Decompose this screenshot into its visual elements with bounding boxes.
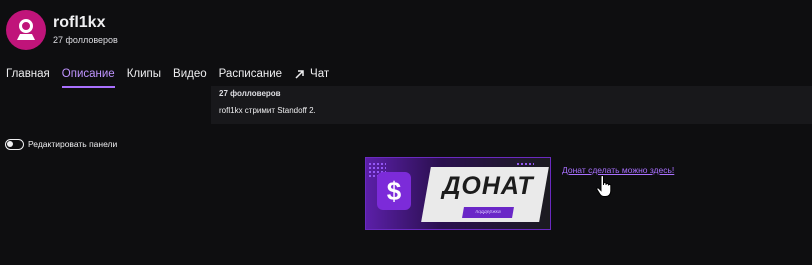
tab-label: Расписание <box>218 68 283 80</box>
tab-label: Видео <box>173 68 207 80</box>
tab-label: Описание <box>61 68 115 80</box>
donate-banner[interactable]: $ ДОНАТ поддержка <box>365 157 551 230</box>
tab-about[interactable]: Описание <box>61 66 115 88</box>
tab-home[interactable]: Главная <box>6 66 50 88</box>
external-arrow-icon <box>294 66 305 82</box>
about-follower-count: 27 фолловеров <box>219 89 281 98</box>
tab-chat[interactable]: Чат <box>294 66 329 88</box>
edit-panels-toggle[interactable] <box>5 139 24 150</box>
follower-count: 27 фолловеров <box>53 35 118 45</box>
avatar[interactable] <box>6 10 46 50</box>
tab-label: Клипы <box>126 68 162 80</box>
toggle-knob <box>7 141 13 147</box>
tab-label: Чат <box>310 68 330 80</box>
tab-label: Главная <box>6 68 50 80</box>
channel-name[interactable]: rofl1kx <box>53 14 105 32</box>
donate-link[interactable]: Донат сделать можно здесь! <box>562 165 674 175</box>
channel-tabs: Главная Описание Клипы Видео Расписание … <box>0 66 335 88</box>
channel-page: rofl1kx 27 фолловеров Главная Описание К… <box>0 0 812 265</box>
banner-subtitle: поддержка <box>462 207 514 218</box>
user-icon <box>17 19 35 40</box>
about-description: rofl1kx стримит Standoff 2. <box>219 106 316 115</box>
dollar-icon: $ <box>377 172 411 210</box>
about-panel: 27 фолловеров rofl1kx стримит Standoff 2… <box>211 86 812 124</box>
tab-videos[interactable]: Видео <box>173 66 207 88</box>
banner-title: ДОНАТ <box>442 172 534 200</box>
edit-panels-label: Редактировать панели <box>28 139 118 149</box>
hand-cursor-icon <box>596 175 612 197</box>
tab-schedule[interactable]: Расписание <box>219 66 282 88</box>
tab-clips[interactable]: Клипы <box>127 66 161 88</box>
